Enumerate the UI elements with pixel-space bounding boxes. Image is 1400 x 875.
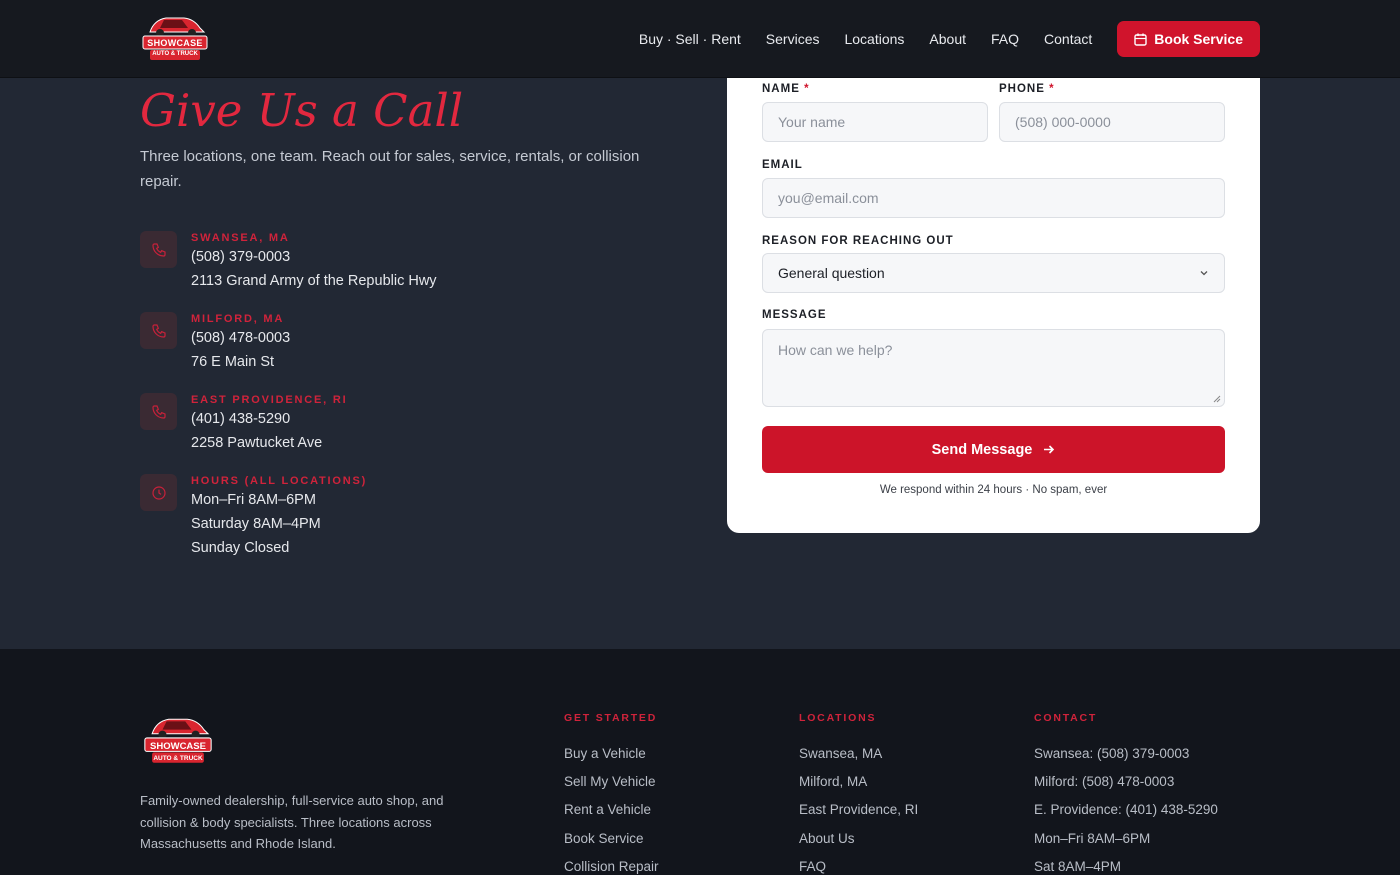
main-nav: Buy · Sell · Rent Services Locations Abo…: [639, 21, 1260, 57]
footer-column-locations: Locations Swansea, MA Milford, MA East P…: [799, 712, 918, 875]
phone-input[interactable]: (508) 000-0000: [999, 102, 1225, 142]
calendar-icon: [1134, 33, 1147, 46]
email-input[interactable]: you@email.com: [762, 178, 1225, 218]
hours-line: Saturday 8AM–4PM: [191, 516, 321, 532]
nav-contact[interactable]: Contact: [1044, 31, 1092, 47]
location-city: Swansea, MA: [191, 232, 290, 244]
response-note: We respond within 24 hours · No spam, ev…: [879, 484, 1108, 496]
footer-link[interactable]: Sell My Vehicle: [564, 774, 659, 802]
footer-link[interactable]: E. Providence: (401) 438-5290: [1034, 802, 1218, 830]
nav-services[interactable]: Services: [766, 31, 820, 47]
footer-text: Sat 8AM–4PM: [1034, 858, 1122, 874]
contact-heading: Give Us a Call: [140, 84, 464, 137]
phone-icon: [140, 231, 177, 268]
footer-link[interactable]: Collision Repair: [564, 859, 659, 875]
chevron-down-icon: [1200, 271, 1208, 276]
footer-link[interactable]: Rent a Vehicle: [564, 802, 659, 830]
hours-line: Sunday Closed: [191, 540, 290, 556]
logo-text-bottom: AUTO & TRUCK: [152, 51, 198, 57]
email-label: EMAIL: [762, 159, 803, 171]
footer-logo-text-top: SHOWCASE: [150, 741, 206, 752]
nav-about[interactable]: About: [929, 31, 966, 47]
logo-text-top: SHOWCASE: [147, 38, 203, 48]
footer-link[interactable]: Book Service: [564, 831, 659, 859]
nav-buy-sell-rent[interactable]: Buy · Sell · Rent: [639, 31, 741, 47]
hours-line: Mon–Fri 8AM–6PM: [191, 492, 316, 508]
footer-link[interactable]: Milford, MA: [799, 774, 918, 802]
location-city: East Providence, RI: [191, 394, 348, 406]
footer-text: Mon–Fri 8AM–6PM: [1034, 830, 1151, 846]
footer-link[interactable]: Buy a Vehicle: [564, 746, 659, 774]
hours-title: Hours (All Locations): [191, 475, 368, 487]
message-label: MESSAGE: [762, 309, 827, 321]
phone-icon: [140, 312, 177, 349]
footer-link[interactable]: Swansea, MA: [799, 746, 918, 774]
footer-logo-text-bottom: AUTO & TRUCK: [153, 755, 203, 762]
location-phone[interactable]: (508) 379-0003: [191, 245, 437, 269]
send-message-button[interactable]: Send Message: [762, 426, 1225, 473]
send-message-label: Send Message: [931, 441, 1033, 458]
footer-link[interactable]: East Providence, RI: [799, 802, 918, 830]
name-label: NAME *: [762, 83, 810, 95]
location-city: Milford, MA: [191, 313, 285, 325]
brand-logo[interactable]: SHOWCASE AUTO & TRUCK: [140, 10, 210, 66]
nav-faq[interactable]: FAQ: [991, 31, 1019, 47]
message-placeholder: How can we help?: [778, 342, 893, 358]
footer-column-contact: Contact Swansea: (508) 379-0003 Milford:…: [1034, 712, 1218, 875]
clock-icon: [140, 474, 177, 511]
footer-link[interactable]: About Us: [799, 831, 918, 859]
location-phone[interactable]: (508) 478-0003: [191, 326, 290, 350]
reason-select-value: General question: [778, 265, 885, 281]
footer-column-title: Contact: [1034, 712, 1098, 724]
location-address: 76 E Main St: [191, 354, 275, 370]
location-address: 2258 Pawtucket Ave: [191, 435, 323, 451]
site-footer: SHOWCASE AUTO & TRUCK Family-owned deale…: [0, 649, 1400, 875]
footer-link[interactable]: FAQ: [799, 859, 918, 875]
phone-icon: [140, 393, 177, 430]
book-service-label: Book Service: [1154, 31, 1243, 47]
reason-select[interactable]: General question: [762, 253, 1225, 293]
message-textarea[interactable]: How can we help?: [762, 329, 1225, 407]
footer-column-title: Get Started: [564, 712, 658, 724]
footer-logo[interactable]: SHOWCASE AUTO & TRUCK: [140, 711, 216, 769]
name-input[interactable]: Your name: [762, 102, 988, 142]
phone-label: PHONE *: [999, 83, 1055, 95]
footer-column-get-started: Get Started Buy a Vehicle Sell My Vehicl…: [564, 712, 659, 875]
arrow-right-icon: [1044, 445, 1055, 454]
footer-link[interactable]: Milford: (508) 478-0003: [1034, 774, 1218, 802]
book-service-button[interactable]: Book Service: [1117, 21, 1260, 57]
resize-grip-icon[interactable]: [1212, 394, 1221, 403]
site-header: SHOWCASE AUTO & TRUCK Buy · Sell · Rent …: [0, 0, 1400, 78]
location-address: 2113 Grand Army of the Republic Hwy: [191, 273, 437, 289]
footer-description: Family-owned dealership, full-service au…: [140, 793, 444, 851]
nav-locations[interactable]: Locations: [844, 31, 904, 47]
reason-label: REASON FOR REACHING OUT: [762, 235, 954, 247]
footer-column-title: Locations: [799, 712, 877, 724]
footer-link[interactable]: Swansea: (508) 379-0003: [1034, 746, 1218, 774]
contact-intro: Three locations, one team. Reach out for…: [140, 148, 640, 190]
location-phone[interactable]: (401) 438-5290: [191, 407, 347, 431]
